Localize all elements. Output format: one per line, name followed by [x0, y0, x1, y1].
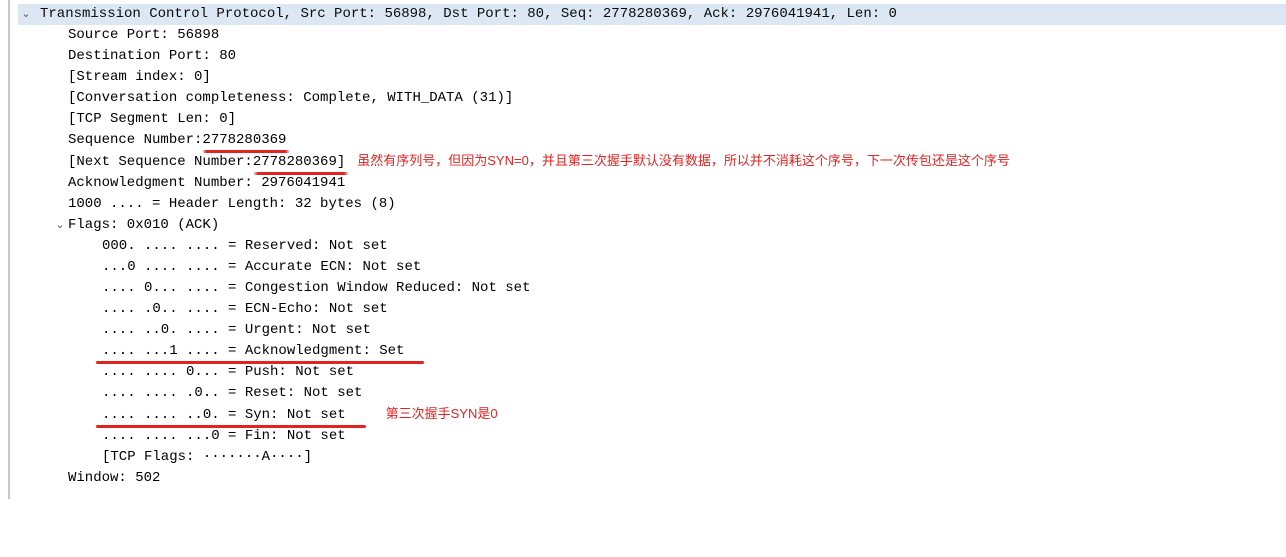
- field-tcp-segment-len[interactable]: [TCP Segment Len: 0]: [18, 109, 1286, 130]
- field-conversation-completeness[interactable]: [Conversation completeness: Complete, WI…: [18, 88, 1286, 109]
- tcp-summary: Transmission Control Protocol, Src Port:…: [40, 4, 897, 25]
- field-next-sequence-number[interactable]: [Next Sequence Number: 2778280369] 虽然有序列…: [18, 151, 1286, 173]
- flag-ecn-echo[interactable]: .... .0.. .... = ECN-Echo: Not set: [18, 299, 1286, 320]
- field-window[interactable]: Window: 502: [18, 468, 1286, 489]
- next-seq-value: 2778280369]: [253, 152, 345, 173]
- field-header-length[interactable]: 1000 .... = Header Length: 32 bytes (8): [18, 194, 1286, 215]
- annotation-next-seq: 虽然有序列号，但因为SYN=0，并且第三次握手默认没有数据，所以并不消耗这个序号…: [357, 151, 1010, 171]
- field-sequence-number[interactable]: Sequence Number: 2778280369: [18, 130, 1286, 151]
- packet-tree: ⌄ Transmission Control Protocol, Src Por…: [18, 0, 1286, 499]
- chevron-down-icon[interactable]: ⌄: [18, 6, 34, 23]
- annotation-syn: 第三次握手SYN是0: [386, 404, 498, 424]
- flag-ack[interactable]: .... ...1 .... = Acknowledgment: Set: [18, 341, 1286, 362]
- flag-cwr[interactable]: .... 0... .... = Congestion Window Reduc…: [18, 278, 1286, 299]
- chevron-down-icon[interactable]: ⌄: [52, 217, 68, 234]
- field-flags[interactable]: ⌄ Flags: 0x010 (ACK): [18, 215, 1286, 236]
- flag-reserved[interactable]: 000. .... .... = Reserved: Not set: [18, 236, 1286, 257]
- seq-label: Sequence Number:: [68, 130, 202, 151]
- field-destination-port[interactable]: Destination Port: 80: [18, 46, 1286, 67]
- field-source-port[interactable]: Source Port: 56898: [18, 25, 1286, 46]
- tcp-flags-summary[interactable]: [TCP Flags: ·······A····]: [18, 447, 1286, 468]
- seq-value: 2778280369: [202, 130, 286, 151]
- field-ack-number[interactable]: Acknowledgment Number: 2976041941: [18, 173, 1286, 194]
- field-stream-index[interactable]: [Stream index: 0]: [18, 67, 1286, 88]
- flag-push[interactable]: .... .... 0... = Push: Not set: [18, 362, 1286, 383]
- flag-accurate-ecn[interactable]: ...0 .... .... = Accurate ECN: Not set: [18, 257, 1286, 278]
- flag-urgent[interactable]: .... ..0. .... = Urgent: Not set: [18, 320, 1286, 341]
- tcp-header-row[interactable]: ⌄ Transmission Control Protocol, Src Por…: [18, 4, 1286, 25]
- flag-fin[interactable]: .... .... ...0 = Fin: Not set: [18, 426, 1286, 447]
- flag-syn[interactable]: .... .... ..0. = Syn: Not set 第三次握手SYN是0: [18, 404, 1286, 426]
- next-seq-prefix: [Next Sequence Number:: [68, 152, 253, 173]
- flag-reset[interactable]: .... .... .0.. = Reset: Not set: [18, 383, 1286, 404]
